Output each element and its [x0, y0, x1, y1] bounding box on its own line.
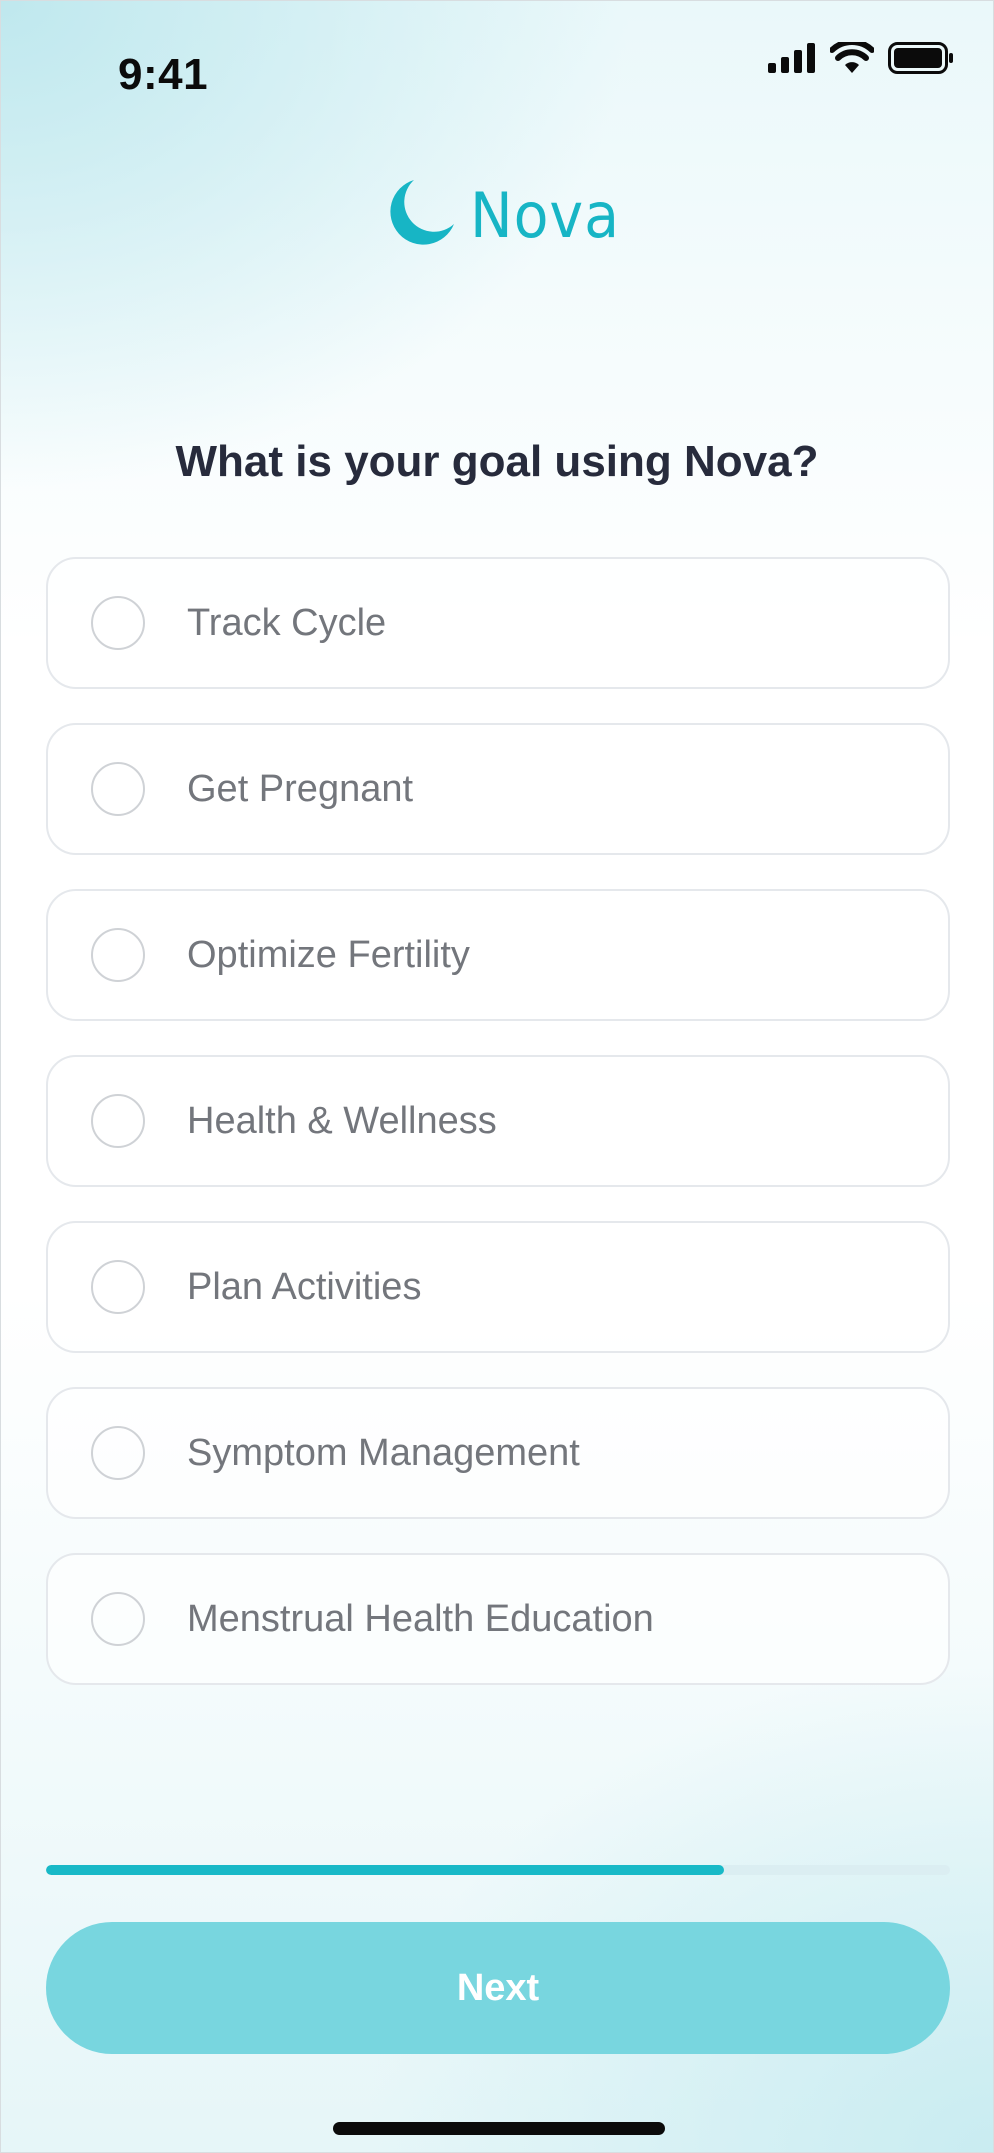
home-indicator[interactable] [333, 2122, 665, 2135]
radio-button[interactable] [91, 1094, 145, 1148]
option-optimize-fertility[interactable]: Optimize Fertility [46, 889, 950, 1021]
goal-options-list: Track Cycle Get Pregnant Optimize Fertil… [46, 557, 950, 1719]
option-symptom-management[interactable]: Symptom Management [46, 1387, 950, 1519]
battery-icon [888, 41, 954, 79]
progress-bar [46, 1865, 950, 1875]
option-track-cycle[interactable]: Track Cycle [46, 557, 950, 689]
option-label: Symptom Management [187, 1431, 580, 1474]
radio-button[interactable] [91, 928, 145, 982]
cellular-signal-icon [768, 42, 816, 78]
brand-name: Nova [470, 178, 620, 252]
option-get-pregnant[interactable]: Get Pregnant [46, 723, 950, 855]
status-time: 9:41 [118, 50, 209, 99]
option-label: Health & Wellness [187, 1099, 497, 1142]
option-label: Menstrual Health Education [187, 1597, 654, 1640]
option-menstrual-health-education[interactable]: Menstrual Health Education [46, 1553, 950, 1685]
page-title: What is your goal using Nova? [175, 437, 819, 486]
radio-button[interactable] [91, 596, 145, 650]
option-label: Track Cycle [187, 601, 387, 644]
option-label: Get Pregnant [187, 767, 414, 810]
option-label: Optimize Fertility [187, 933, 470, 976]
radio-button[interactable] [91, 1260, 145, 1314]
next-button-label: Next [456, 1966, 540, 2009]
option-health-wellness[interactable]: Health & Wellness [46, 1055, 950, 1187]
option-label: Plan Activities [187, 1265, 422, 1308]
crescent-moon-icon [386, 178, 456, 253]
wifi-icon [829, 38, 875, 79]
brand-logo: Nova [386, 178, 633, 253]
progress-fill [46, 1865, 724, 1875]
radio-button[interactable] [91, 1426, 145, 1480]
option-plan-activities[interactable]: Plan Activities [46, 1221, 950, 1353]
next-button[interactable]: Next [46, 1922, 950, 2054]
status-icons [768, 38, 954, 80]
radio-button[interactable] [91, 1592, 145, 1646]
radio-button[interactable] [91, 762, 145, 816]
